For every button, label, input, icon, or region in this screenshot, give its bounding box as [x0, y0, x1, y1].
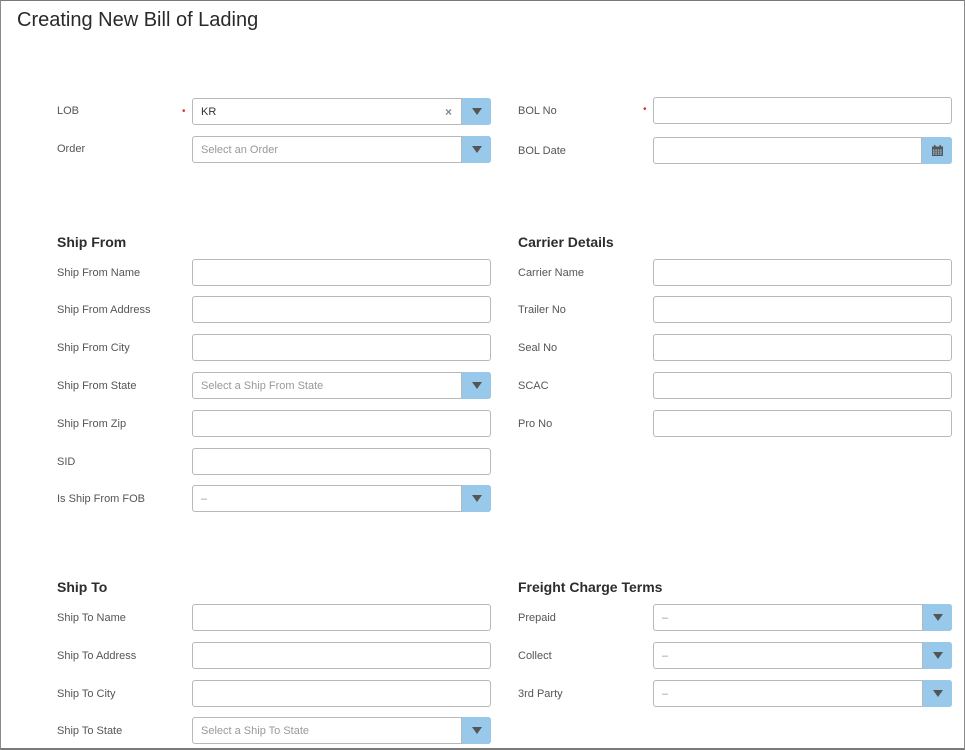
ship-from-state-label: Ship From State — [57, 380, 137, 392]
ship-from-address-field[interactable] — [193, 297, 490, 322]
chevron-down-icon — [471, 382, 482, 389]
trailer-no-label: Trailer No — [518, 304, 566, 316]
required-marker: • — [643, 104, 647, 115]
carrier-name-input[interactable] — [653, 259, 952, 286]
ship-to-city-field[interactable] — [193, 681, 490, 706]
trailer-no-input[interactable] — [653, 296, 952, 323]
ship-to-state-select[interactable]: Select a Ship To State — [192, 717, 491, 744]
ship-to-address-label: Ship To Address — [57, 650, 137, 662]
order-dropdown-button[interactable] — [461, 136, 491, 163]
bol-no-label: BOL No — [518, 105, 557, 117]
bol-date-input[interactable] — [653, 137, 952, 164]
ship-from-name-field[interactable] — [193, 260, 490, 285]
calendar-icon — [931, 145, 943, 156]
third-party-value: – — [662, 688, 669, 700]
ship-from-name-label: Ship From Name — [57, 267, 141, 279]
ship-from-city-field[interactable] — [193, 335, 490, 360]
scac-field[interactable] — [654, 373, 951, 398]
ship-from-address-input[interactable] — [192, 296, 491, 323]
seal-no-field[interactable] — [654, 335, 951, 360]
pro-no-label: Pro No — [518, 418, 553, 430]
chevron-down-icon — [932, 690, 943, 697]
scac-label: SCAC — [518, 380, 549, 392]
seal-no-input[interactable] — [653, 334, 952, 361]
prepaid-label: Prepaid — [518, 612, 556, 624]
pro-no-field[interactable] — [654, 411, 951, 436]
trailer-no-field[interactable] — [654, 297, 951, 322]
prepaid-value: – — [662, 612, 669, 624]
ship-to-city-label: Ship To City — [57, 688, 116, 700]
ship-to-state-placeholder: Select a Ship To State — [201, 725, 310, 737]
order-select[interactable]: Select an Order — [192, 136, 491, 163]
ship-to-city-input[interactable] — [192, 680, 491, 707]
lob-value: KR — [201, 106, 217, 118]
ship-to-name-label: Ship To Name — [57, 612, 126, 624]
seal-no-label: Seal No — [518, 342, 558, 354]
ship-from-state-select[interactable]: Select a Ship From State — [192, 372, 491, 399]
scac-input[interactable] — [653, 372, 952, 399]
ship-from-fob-value: – — [201, 493, 208, 505]
ship-to-name-input[interactable] — [192, 604, 491, 631]
ship-from-state-dropdown-button[interactable] — [461, 372, 491, 399]
ship-to-address-input[interactable] — [192, 642, 491, 669]
ship-from-zip-input[interactable] — [192, 410, 491, 437]
ship-to-name-field[interactable] — [193, 605, 490, 630]
chevron-down-icon — [471, 727, 482, 734]
prepaid-select[interactable]: – — [653, 604, 952, 631]
sid-input[interactable] — [192, 448, 491, 475]
third-party-dropdown-button[interactable] — [922, 680, 952, 707]
collect-label: Collect — [518, 650, 552, 662]
required-marker: • — [182, 106, 186, 117]
bol-date-label: BOL Date — [518, 145, 566, 157]
chevron-down-icon — [471, 146, 482, 153]
ship-from-heading: Ship From — [57, 234, 127, 250]
calendar-button[interactable] — [921, 137, 952, 164]
ship-from-name-input[interactable] — [192, 259, 491, 286]
ship-to-state-label: Ship To State — [57, 725, 123, 737]
ship-from-fob-dropdown-button[interactable] — [461, 485, 491, 512]
carrier-name-label: Carrier Name — [518, 267, 585, 279]
sid-field[interactable] — [193, 449, 490, 474]
lob-label: LOB — [57, 105, 80, 117]
sid-label: SID — [57, 456, 76, 468]
third-party-select[interactable]: – — [653, 680, 952, 707]
collect-dropdown-button[interactable] — [922, 642, 952, 669]
collect-value: – — [662, 650, 669, 662]
ship-to-state-dropdown-button[interactable] — [461, 717, 491, 744]
chevron-down-icon — [932, 652, 943, 659]
pro-no-input[interactable] — [653, 410, 952, 437]
chevron-down-icon — [932, 614, 943, 621]
ship-from-city-label: Ship From City — [57, 342, 130, 354]
order-placeholder: Select an Order — [201, 144, 279, 156]
bol-no-field[interactable] — [654, 98, 951, 123]
ship-to-address-field[interactable] — [193, 643, 490, 668]
bol-no-input[interactable] — [653, 97, 952, 124]
clear-icon[interactable]: × — [445, 99, 452, 124]
ship-to-heading: Ship To — [57, 579, 108, 595]
carrier-name-field[interactable] — [654, 260, 951, 285]
ship-from-city-input[interactable] — [192, 334, 491, 361]
page-frame: Creating New Bill of Lading LOB • KR × O… — [0, 0, 965, 750]
prepaid-dropdown-button[interactable] — [922, 604, 952, 631]
ship-from-zip-label: Ship From Zip — [57, 418, 127, 430]
ship-from-fob-select[interactable]: – — [192, 485, 491, 512]
lob-select[interactable]: KR × — [192, 98, 491, 125]
ship-from-address-label: Ship From Address — [57, 304, 151, 316]
chevron-down-icon — [471, 108, 482, 115]
ship-from-fob-label: Is Ship From FOB — [57, 493, 146, 505]
ship-from-state-placeholder: Select a Ship From State — [201, 380, 324, 392]
bol-date-field[interactable] — [654, 138, 951, 163]
chevron-down-icon — [471, 495, 482, 502]
freight-charge-terms-heading: Freight Charge Terms — [518, 579, 663, 595]
lob-dropdown-button[interactable] — [461, 98, 491, 125]
order-label: Order — [57, 143, 86, 155]
ship-from-zip-field[interactable] — [193, 411, 490, 436]
carrier-details-heading: Carrier Details — [518, 234, 614, 250]
page-title: Creating New Bill of Lading — [17, 9, 259, 31]
third-party-label: 3rd Party — [518, 688, 563, 700]
collect-select[interactable]: – — [653, 642, 952, 669]
